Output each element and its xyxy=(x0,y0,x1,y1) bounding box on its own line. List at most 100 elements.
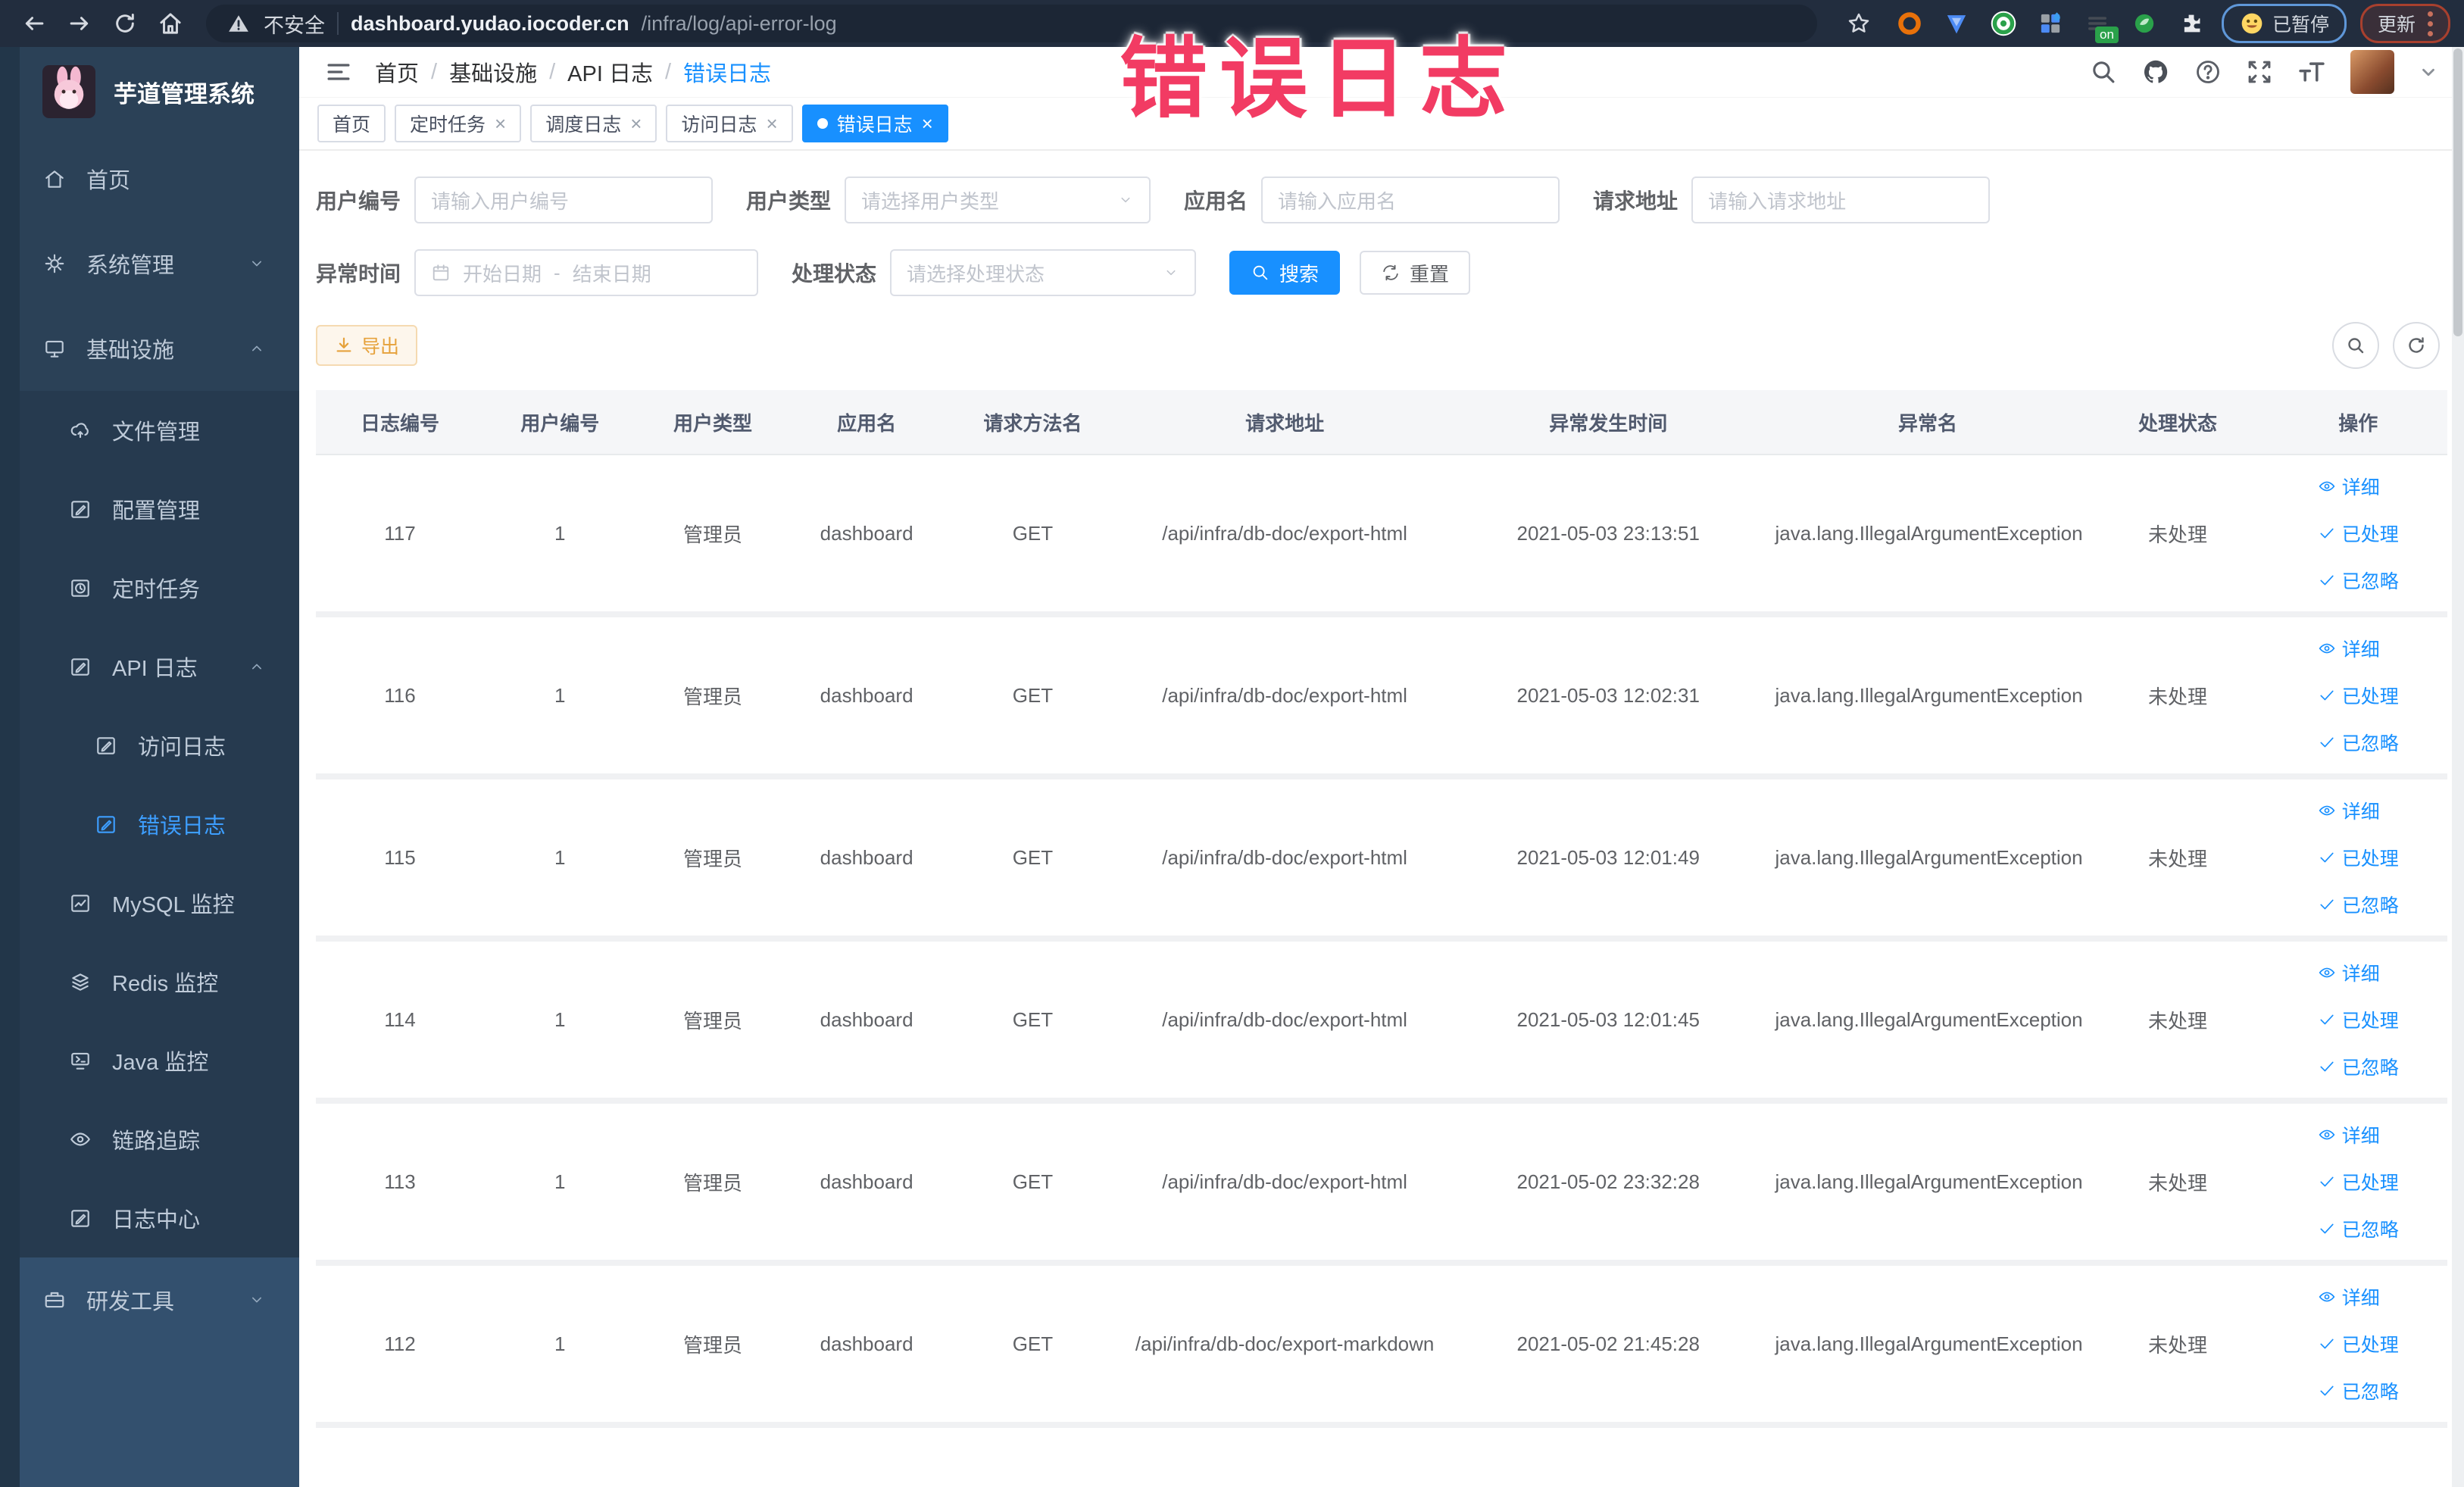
sidebar-item-trace[interactable]: 链路追踪 xyxy=(0,1100,299,1179)
request-url-input[interactable]: 请输入请求地址 xyxy=(1691,177,1991,223)
reload-icon[interactable] xyxy=(105,3,145,44)
action-detail[interactable]: 详细 xyxy=(2318,473,2380,500)
check-icon xyxy=(2318,571,2336,589)
toggle-search-button[interactable] xyxy=(2332,322,2379,369)
bookmark-star-icon[interactable] xyxy=(1838,3,1879,44)
close-icon[interactable]: × xyxy=(766,114,777,133)
eye-icon xyxy=(2318,477,2336,495)
home-icon[interactable] xyxy=(150,3,191,44)
user-id-input[interactable]: 请输入用户编号 xyxy=(414,177,714,223)
security-label[interactable]: 不安全 xyxy=(264,9,325,39)
action-detail[interactable]: 详细 xyxy=(2318,1121,2380,1148)
sidebar-item-error-log[interactable]: 错误日志 xyxy=(0,785,299,864)
paused-extension-pill[interactable]: 已暂停 xyxy=(2221,4,2347,43)
calendar-icon xyxy=(431,263,451,283)
user-type-select[interactable]: 请选择用户类型 xyxy=(845,177,1151,223)
tab-error-log[interactable]: 错误日志 × xyxy=(801,105,948,142)
sidebar-item-redis-monitor[interactable]: Redis 监控 xyxy=(0,942,299,1021)
extension-blue-shield-icon[interactable] xyxy=(1940,7,1973,40)
breadcrumb-item[interactable]: 基础设施 xyxy=(449,56,537,88)
action-processed[interactable]: 已处理 xyxy=(2318,1330,2399,1357)
logo-image xyxy=(42,65,95,118)
check-icon xyxy=(2318,1220,2336,1238)
tab-schedule-log[interactable]: 调度日志 × xyxy=(530,105,657,142)
search-icon[interactable] xyxy=(2090,58,2117,86)
process-status-select[interactable]: 请选择处理状态 xyxy=(890,249,1197,296)
cell-url: /api/infra/db-doc/export-html xyxy=(1122,614,1448,779)
forward-icon[interactable] xyxy=(59,3,100,44)
action-detail[interactable]: 详细 xyxy=(2318,959,2380,986)
reset-button[interactable]: 重置 xyxy=(1360,251,1471,295)
action-processed[interactable]: 已处理 xyxy=(2318,1168,2399,1195)
close-icon[interactable]: × xyxy=(495,114,506,133)
sidebar-item-file-management[interactable]: 文件管理 xyxy=(0,391,299,470)
sidebar-item-system-management[interactable]: 系统管理 xyxy=(0,221,299,306)
breadcrumb-item[interactable]: API 日志 xyxy=(567,56,653,88)
chevron-down-icon[interactable] xyxy=(2419,62,2438,82)
refresh-button[interactable] xyxy=(2393,322,2440,369)
filter-user-type: 用户类型 请选择用户类型 xyxy=(746,177,1151,223)
help-icon[interactable] xyxy=(2194,58,2222,86)
sidebar-item-dev-tools[interactable]: 研发工具 xyxy=(0,1257,299,1342)
action-ignored[interactable]: 已忽略 xyxy=(2318,729,2399,756)
sidebar-item-config-management[interactable]: 配置管理 xyxy=(0,470,299,548)
url-bar[interactable]: 不安全 dashboard.yudao.iocoder.cn/infra/log… xyxy=(206,5,1817,42)
kebab-menu-icon[interactable] xyxy=(2428,11,2433,36)
breadcrumb-separator: / xyxy=(664,59,672,84)
action-processed[interactable]: 已处理 xyxy=(2318,844,2399,871)
filter-process-status: 处理状态 请选择处理状态 xyxy=(792,249,1197,296)
sidebar-item-scheduled-tasks[interactable]: 定时任务 xyxy=(0,548,299,627)
cell-exception: java.lang.IllegalArgumentException xyxy=(1769,776,2087,942)
scrollbar-thumb[interactable] xyxy=(2453,48,2462,336)
sidebar-item-infrastructure[interactable]: 基础设施 xyxy=(0,306,299,391)
emoji-face-icon xyxy=(2241,13,2263,34)
app-name-input[interactable]: 请输入应用名 xyxy=(1261,177,1560,223)
extension-grid-icon[interactable] xyxy=(2034,7,2067,40)
hamburger-icon[interactable] xyxy=(325,58,352,86)
close-icon[interactable]: × xyxy=(630,114,642,133)
font-size-icon[interactable] xyxy=(2297,58,2326,86)
action-processed[interactable]: 已处理 xyxy=(2318,520,2399,547)
extension-green-circle-icon[interactable] xyxy=(1987,7,2020,40)
sidebar-item-java-monitor[interactable]: Java 监控 xyxy=(0,1021,299,1100)
action-ignored[interactable]: 已忽略 xyxy=(2318,1053,2399,1080)
cell-app: dashboard xyxy=(789,614,944,779)
page-scrollbar[interactable] xyxy=(2452,47,2464,1487)
sidebar-item-mysql-monitor[interactable]: MySQL 监控 xyxy=(0,864,299,942)
action-ignored[interactable]: 已忽略 xyxy=(2318,567,2399,594)
tab-home[interactable]: 首页 xyxy=(317,105,386,142)
refresh-icon xyxy=(2409,337,2424,353)
avatar[interactable] xyxy=(2350,50,2394,94)
action-processed[interactable]: 已处理 xyxy=(2318,682,2399,709)
action-detail[interactable]: 详细 xyxy=(2318,635,2380,662)
close-icon[interactable]: × xyxy=(922,114,933,133)
extension-lines-on-icon[interactable]: on xyxy=(2081,7,2119,43)
extension-orange-icon[interactable] xyxy=(1893,7,1926,40)
action-ignored[interactable]: 已忽略 xyxy=(2318,1215,2399,1242)
action-processed[interactable]: 已处理 xyxy=(2318,1006,2399,1033)
action-detail[interactable]: 详细 xyxy=(2318,797,2380,824)
sidebar-item-access-log[interactable]: 访问日志 xyxy=(0,706,299,785)
sidebar-item-log-center[interactable]: 日志中心 xyxy=(0,1179,299,1257)
extensions-puzzle-icon[interactable] xyxy=(2175,7,2208,40)
check-icon xyxy=(2318,895,2336,914)
extension-leaf-icon[interactable] xyxy=(2128,7,2161,40)
sidebar-item-api-log[interactable]: API 日志 xyxy=(0,627,299,706)
action-detail[interactable]: 详细 xyxy=(2318,1283,2380,1310)
update-pill[interactable]: 更新 xyxy=(2359,4,2450,43)
action-ignored[interactable]: 已忽略 xyxy=(2318,891,2399,918)
table-tools xyxy=(2332,322,2440,369)
github-icon[interactable] xyxy=(2141,58,2170,86)
back-icon[interactable] xyxy=(14,3,55,44)
cell-exception: java.lang.IllegalArgumentException xyxy=(1769,455,2087,617)
exception-time-daterange[interactable]: 开始日期 - 结束日期 xyxy=(414,249,759,296)
fullscreen-icon[interactable] xyxy=(2246,58,2273,86)
cell-user_type: 管理员 xyxy=(636,455,790,617)
export-button[interactable]: 导出 xyxy=(316,325,418,366)
tab-scheduled-tasks[interactable]: 定时任务 × xyxy=(395,105,522,142)
breadcrumb-item[interactable]: 首页 xyxy=(375,56,419,88)
action-ignored[interactable]: 已忽略 xyxy=(2318,1377,2399,1404)
tab-access-log[interactable]: 访问日志 × xyxy=(666,105,793,142)
sidebar-item-home[interactable]: 首页 xyxy=(0,136,299,221)
search-button[interactable]: 搜索 xyxy=(1229,251,1341,295)
